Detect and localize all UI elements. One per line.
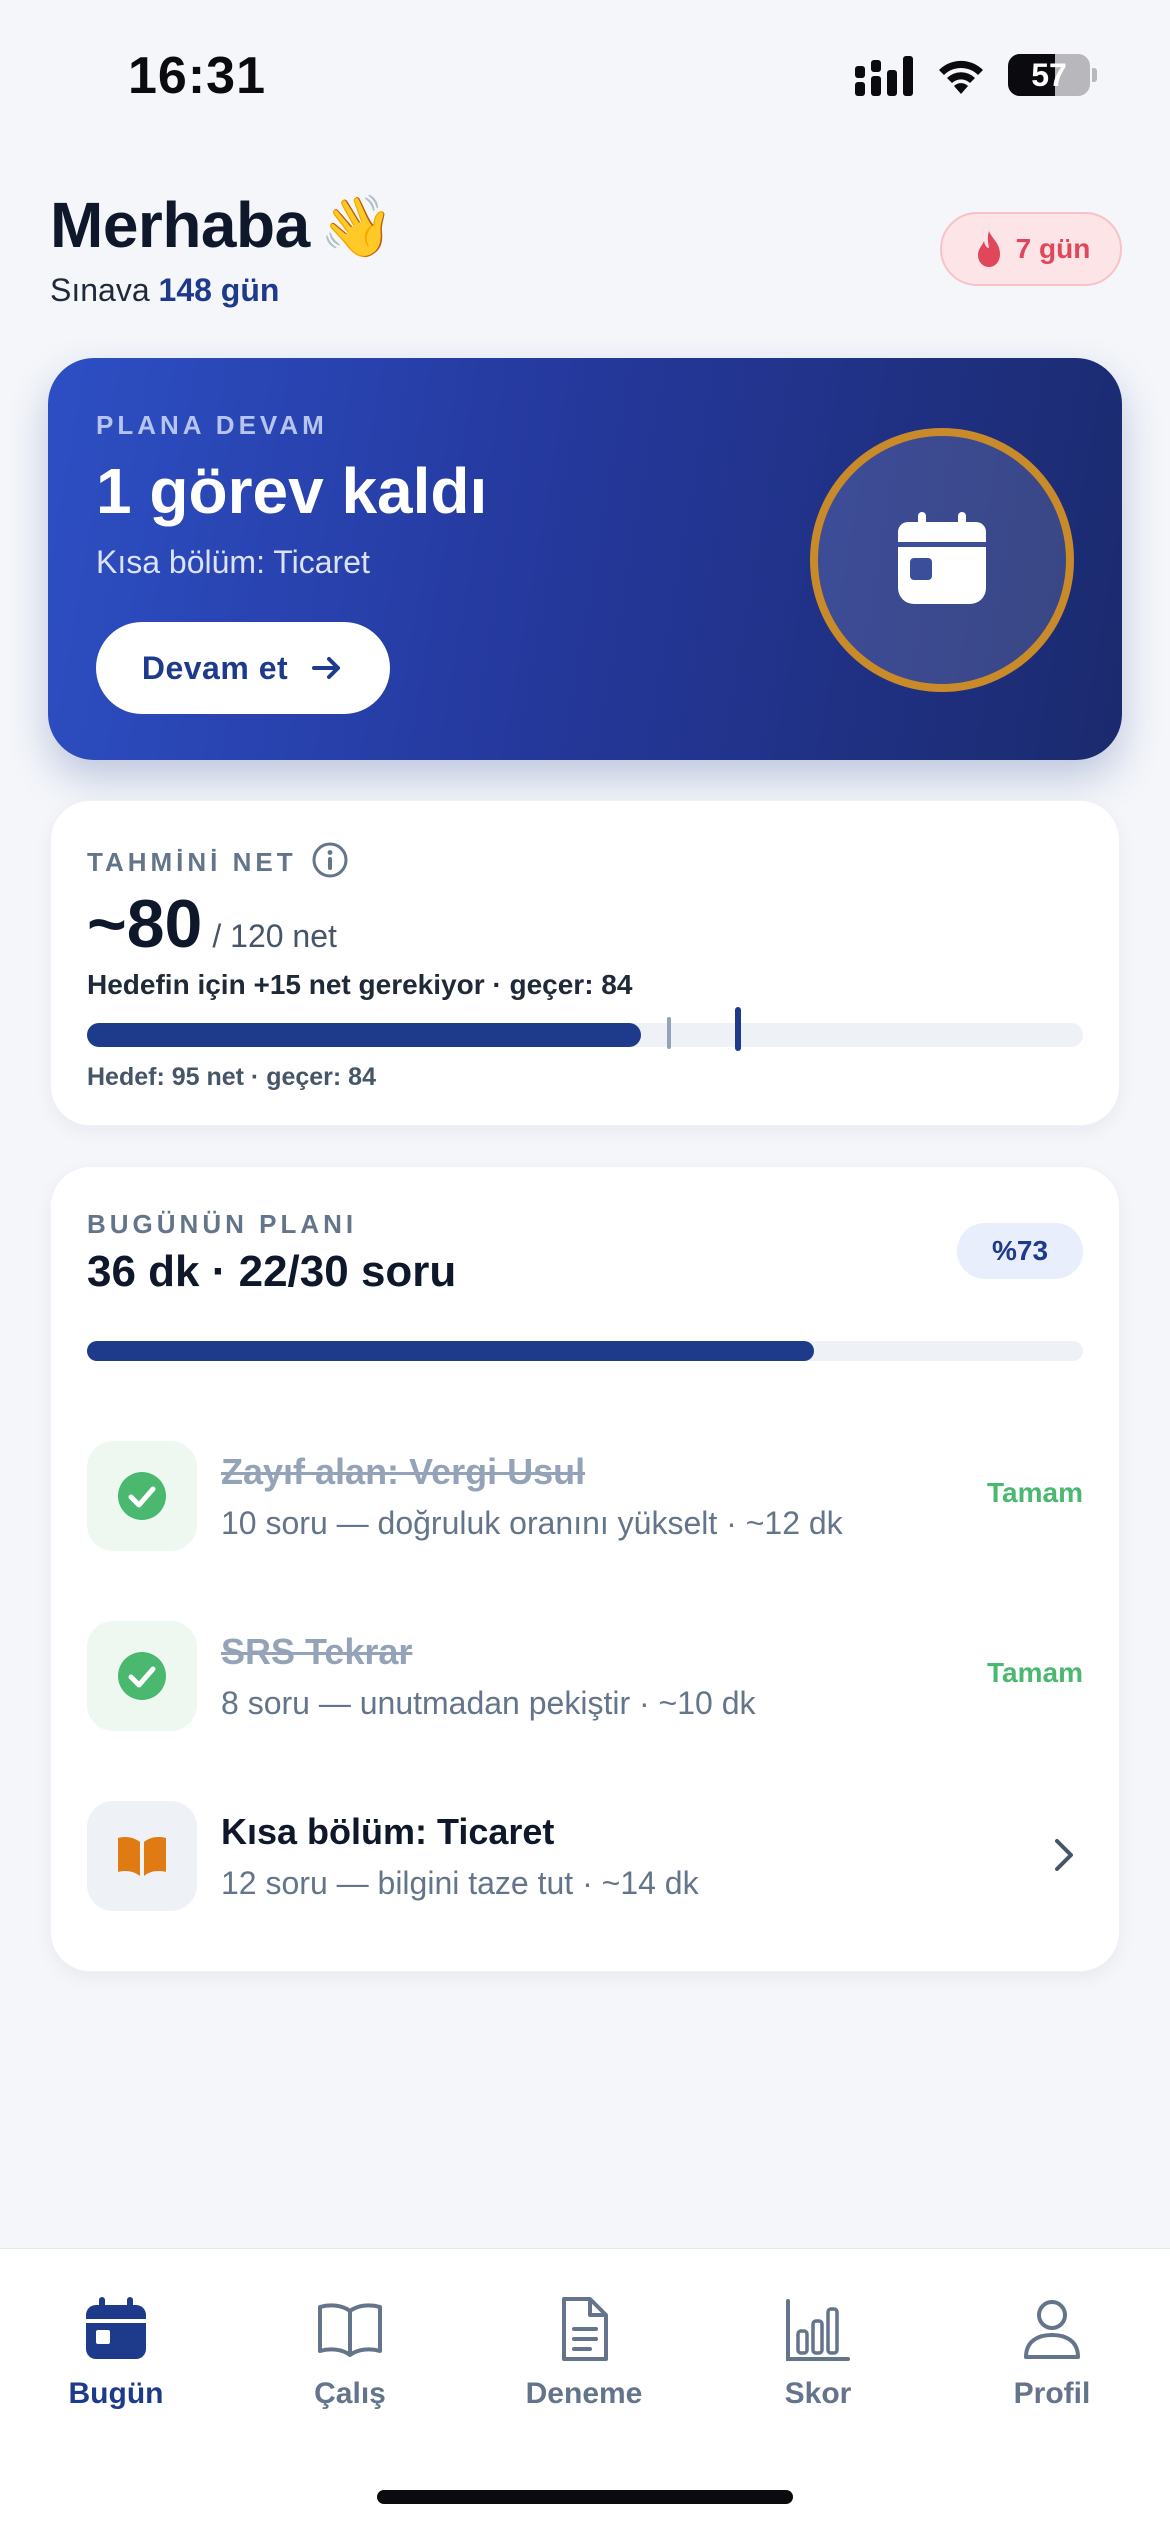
tab-label: Çalış: [314, 2377, 386, 2410]
exam-countdown-days: 148 gün: [158, 272, 280, 308]
task-title: Zayıf alan: Vergi Usul: [221, 1451, 586, 1492]
net-total: / 120 net: [212, 918, 337, 954]
task-item[interactable]: Kısa bölüm: Ticaret 12 soru — bilgini ta…: [87, 1801, 1083, 1911]
task-item[interactable]: SRS Tekrar 8 soru — unutmadan pekiştir ·…: [87, 1621, 1083, 1731]
plan-progress-bar: [87, 1341, 1083, 1361]
status-bar: 16:31 57: [0, 0, 1170, 150]
tab-today[interactable]: Bugün: [16, 2295, 216, 2425]
task-item[interactable]: Zayıf alan: Vergi Usul 10 soru — doğrulu…: [87, 1441, 1083, 1551]
battery-icon: 57: [1008, 54, 1090, 96]
continue-plan-card[interactable]: PLANA DEVAM 1 görev kaldı Kısa bölüm: Ti…: [48, 358, 1122, 760]
battery-percent: 57: [1031, 57, 1067, 93]
flame-icon: [977, 231, 1000, 267]
status-time: 16:31: [128, 47, 266, 105]
hero-subtitle: Kısa bölüm: Ticaret: [96, 544, 370, 580]
continue-button[interactable]: Devam et: [96, 622, 390, 714]
wifi-icon: [939, 60, 983, 94]
plan-eyebrow: BUGÜNÜN PLANI: [87, 1209, 358, 1239]
home-indicator[interactable]: [377, 2490, 793, 2504]
book-open-icon: [118, 1837, 166, 1876]
exam-countdown: Sınava 148 gün: [50, 272, 279, 309]
plan-percent-badge: %73: [957, 1223, 1083, 1279]
task-icon-box: [87, 1621, 197, 1731]
task-subtitle: 10 soru — doğruluk oranını yükselt · ~12…: [221, 1505, 843, 1541]
check-circle-icon: [118, 1652, 166, 1700]
goal-tick: [734, 1007, 741, 1051]
battery-nub: [1092, 68, 1097, 82]
arrow-right-icon: [312, 657, 341, 679]
tab-label: Skor: [784, 2377, 852, 2410]
hero-progress-ring: [810, 428, 1074, 692]
info-icon[interactable]: [311, 841, 349, 879]
task-status: Tamam: [987, 1477, 1083, 1508]
task-subtitle: 12 soru — bilgini taze tut · ~14 dk: [221, 1865, 699, 1901]
net-value: ~80 / 120 net: [87, 885, 337, 963]
greeting-text: Merhaba: [50, 189, 310, 261]
task-subtitle: 8 soru — unutmadan pekiştir · ~10 dk: [221, 1685, 756, 1721]
bar-chart-icon: [786, 2299, 850, 2361]
task-title: SRS Tekrar: [221, 1631, 413, 1672]
net-progress-fill: [87, 1023, 642, 1047]
plan-title: 36 dk · 22/30 soru: [87, 1247, 457, 1296]
calendar-icon: [86, 2297, 146, 2359]
net-estimate: ~80: [87, 886, 203, 962]
net-hint: Hedefin için +15 net gerekiyor · geçer: …: [87, 969, 633, 1000]
document-icon: [562, 2297, 608, 2361]
tab-study[interactable]: Çalış: [250, 2295, 450, 2425]
pass-mark-tick: [667, 1017, 672, 1049]
tab-label: Deneme: [525, 2377, 643, 2410]
book-icon: [318, 2303, 382, 2357]
streak-badge[interactable]: 7 gün: [940, 212, 1122, 286]
greeting-title: Merhaba 👋: [50, 188, 394, 262]
exam-countdown-prefix: Sınava: [50, 272, 150, 308]
net-estimate-card: TAHMİNİ NET ~80 / 120 net Hedefin için +…: [50, 800, 1120, 1126]
tab-profile[interactable]: Profil: [952, 2295, 1152, 2425]
task-icon-box: [87, 1801, 197, 1911]
waving-hand-emoji: 👋: [319, 193, 395, 260]
cellular-signal-icon: [855, 56, 913, 96]
calendar-icon: [898, 512, 986, 604]
streak-label: 7 gün: [1015, 233, 1091, 264]
net-eyebrow: TAHMİNİ NET: [87, 847, 297, 877]
tab-label: Profil: [1013, 2377, 1091, 2410]
net-progress-bar: [87, 1007, 1083, 1051]
tab-practice-exam[interactable]: Deneme: [484, 2295, 684, 2425]
tab-label: Bugün: [68, 2377, 164, 2410]
daily-plan-card: BUGÜNÜN PLANI 36 dk · 22/30 soru %73 Zay…: [50, 1166, 1120, 1972]
hero-title: 1 görev kaldı: [96, 455, 488, 527]
check-circle-icon: [118, 1472, 166, 1520]
net-footer: Hedef: 95 net · geçer: 84: [87, 1063, 376, 1091]
hero-eyebrow: PLANA DEVAM: [96, 410, 328, 440]
chevron-right-icon: [1055, 1839, 1073, 1871]
plan-progress-fill: [87, 1341, 815, 1361]
task-status: Tamam: [987, 1657, 1083, 1688]
task-icon-box: [87, 1441, 197, 1551]
continue-button-label: Devam et: [141, 649, 289, 686]
task-title: Kısa bölüm: Ticaret: [221, 1811, 555, 1852]
user-icon: [1024, 2300, 1080, 2359]
tab-score[interactable]: Skor: [718, 2295, 918, 2425]
